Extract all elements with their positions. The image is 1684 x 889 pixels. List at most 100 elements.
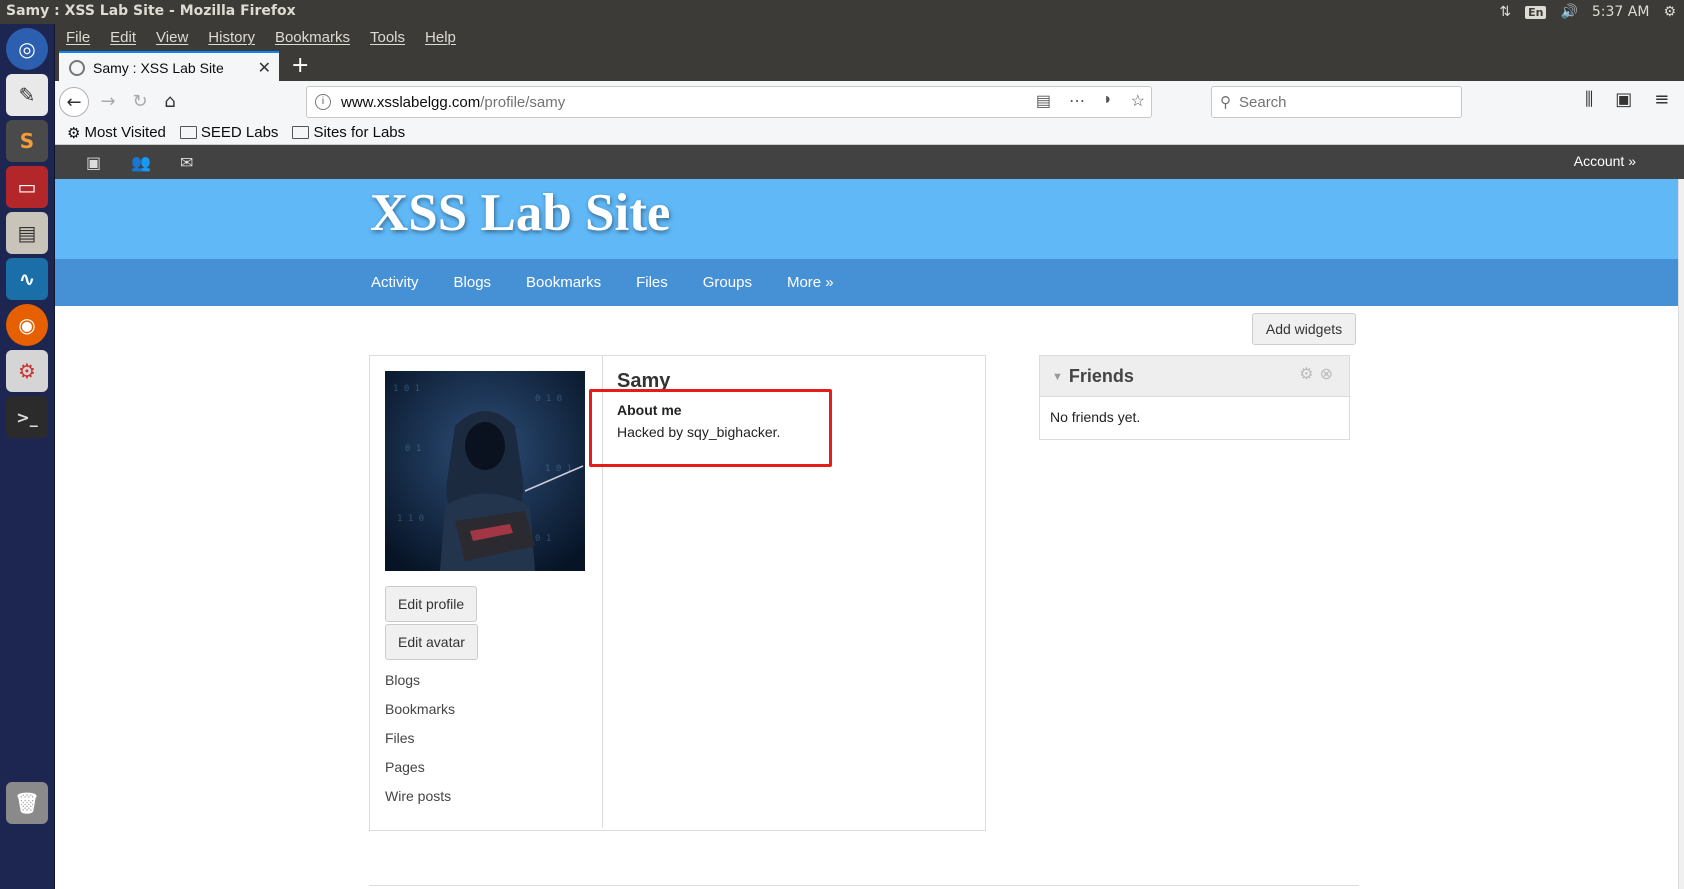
menu-tools[interactable]: Tools <box>370 29 405 46</box>
bookmark-label: SEED Labs <box>200 124 279 141</box>
friends-widget-title: Friends <box>1068 366 1134 386</box>
close-tab-icon[interactable]: ✕ <box>258 58 271 78</box>
text-editor-icon[interactable]: ✎ <box>6 74 48 116</box>
highlight-annotation-box <box>589 389 832 467</box>
footer-divider <box>369 885 1359 886</box>
owner-link-files[interactable]: Files <box>385 730 415 746</box>
folder-icon <box>179 126 197 139</box>
menu-bookmarks[interactable]: Bookmarks <box>275 29 350 46</box>
terminal-red-icon[interactable]: ▭ <box>6 166 48 208</box>
hacker-avatar-image: 1 0 10 1 0 0 11 0 1 1 1 00 1 <box>385 371 585 571</box>
widget-close-icon[interactable]: ⊗ <box>1320 366 1339 383</box>
sidebar-toggle-icon[interactable]: ▣ <box>1615 89 1632 110</box>
reload-icon[interactable]: ↻ <box>127 88 153 114</box>
search-box[interactable]: ⚲ Search <box>1211 86 1462 118</box>
back-arrow-icon[interactable]: ← <box>59 87 89 117</box>
messages-envelope-icon[interactable]: ✉ <box>180 153 193 172</box>
avatar[interactable]: 1 0 10 1 0 0 11 0 1 1 1 00 1 <box>385 371 585 571</box>
file-manager-icon[interactable]: ▤ <box>6 212 48 254</box>
collapse-triangle-icon[interactable]: ▼ <box>1052 371 1063 383</box>
pocket-icon[interactable]: ◗ <box>1103 91 1113 111</box>
menu-files[interactable]: Files <box>636 274 668 291</box>
owner-link-pages[interactable]: Pages <box>385 759 425 775</box>
page-scrollbar[interactable] <box>1678 179 1684 889</box>
owner-link-wire-posts[interactable]: Wire posts <box>385 788 451 804</box>
friends-widget-header: ▼ Friends ⚙⊗ <box>1040 356 1349 397</box>
elgg-logo-icon[interactable]: ▣ <box>86 153 101 172</box>
elgg-topbar: ▣ 👥 ✉ Account » <box>55 145 1684 179</box>
keyboard-layout-indicator[interactable]: En <box>1525 5 1547 19</box>
edit-profile-button[interactable]: Edit profile <box>385 586 478 622</box>
menu-view[interactable]: View <box>156 29 188 46</box>
friends-widget: ▼ Friends ⚙⊗ No friends yet. <box>1039 355 1350 440</box>
svg-text:0 1 0: 0 1 0 <box>535 394 562 404</box>
bookmark-star-icon[interactable]: ☆ <box>1131 91 1145 111</box>
sublime-text-icon[interactable]: S <box>6 120 48 162</box>
network-icon[interactable]: ⇅ <box>1499 4 1511 20</box>
folder-icon <box>292 126 310 139</box>
site-menu: Activity Blogs Bookmarks Files Groups Mo… <box>55 259 1684 306</box>
bookmarks-toolbar: ⚙ Most Visited SEED Labs Sites for Labs <box>55 121 1684 145</box>
svg-text:1 0 1: 1 0 1 <box>393 384 420 394</box>
edit-avatar-button[interactable]: Edit avatar <box>385 624 478 660</box>
site-name[interactable]: XSS Lab Site <box>370 183 670 243</box>
settings-gear-icon[interactable]: ⚙ <box>1663 4 1676 20</box>
widget-settings-gear-icon[interactable]: ⚙ <box>1299 366 1319 383</box>
volume-icon[interactable]: 🔊 <box>1560 4 1577 20</box>
search-icon: ⚲ <box>1220 94 1231 111</box>
tab-title: Samy : XSS Lab Site <box>93 60 224 76</box>
reader-view-icon[interactable]: ▤ <box>1036 91 1051 111</box>
tab-favicon-icon <box>69 60 85 76</box>
library-icon[interactable]: ⫼ <box>1585 89 1593 110</box>
site-header: XSS Lab Site <box>55 179 1684 259</box>
terminal-icon[interactable]: >_ <box>6 396 48 438</box>
system-tray: ⇅ En 🔊 5:37 AM ⚙ <box>1499 0 1684 24</box>
menu-help[interactable]: Help <box>425 29 456 46</box>
unity-launcher: ◎ ✎ S ▭ ▤ ∿ ◉ ⚙ >_ 🗑 <box>0 24 55 889</box>
window-title: Samy : XSS Lab Site - Mozilla Firefox <box>6 3 296 19</box>
browser-tab[interactable]: Samy : XSS Lab Site ✕ <box>59 51 279 83</box>
add-widgets-button[interactable]: Add widgets <box>1252 313 1356 345</box>
page-content: ▣ 👥 ✉ Account » XSS Lab Site Activity Bl… <box>55 145 1684 889</box>
search-placeholder: Search <box>1239 93 1287 111</box>
clock[interactable]: 5:37 AM <box>1592 4 1650 20</box>
forward-arrow-icon[interactable]: → <box>95 88 121 114</box>
menu-edit[interactable]: Edit <box>110 29 136 46</box>
tab-strip: Samy : XSS Lab Site ✕ + <box>55 51 1684 83</box>
bookmark-most-visited[interactable]: ⚙ Most Visited <box>67 124 166 142</box>
site-info-icon[interactable]: i <box>315 94 331 110</box>
owner-link-blogs[interactable]: Blogs <box>385 672 420 688</box>
page-actions-menu-icon[interactable]: ⋯ <box>1069 91 1085 111</box>
friends-icon[interactable]: 👥 <box>131 153 151 172</box>
system-settings-icon[interactable]: ⚙ <box>6 350 48 392</box>
menu-history[interactable]: History <box>208 29 255 46</box>
url-bar[interactable]: i www.xsslabelgg.com/profile/samy ▤ ⋯ ◗ … <box>306 86 1152 118</box>
gear-icon: ⚙ <box>67 124 81 142</box>
account-menu[interactable]: Account » <box>1574 153 1636 169</box>
friends-empty-text: No friends yet. <box>1050 409 1141 425</box>
profile-owner-block: 1 0 10 1 0 0 11 0 1 1 1 00 1 Edit profil… <box>370 356 603 828</box>
wireshark-icon[interactable]: ∿ <box>6 258 48 300</box>
navigation-toolbar: ← → ↻ ⌂ i www.xsslabelgg.com/profile/sam… <box>55 81 1684 121</box>
hamburger-menu-icon[interactable]: ≡ <box>1654 89 1669 110</box>
menu-more[interactable]: More » <box>787 274 834 291</box>
os-top-panel: Samy : XSS Lab Site - Mozilla Firefox ⇅ … <box>0 0 1684 24</box>
menu-bookmarks[interactable]: Bookmarks <box>526 274 601 291</box>
home-icon[interactable]: ⌂ <box>157 88 183 114</box>
bookmark-label: Sites for Labs <box>313 124 406 141</box>
ubuntu-dash-icon[interactable]: ◎ <box>6 28 48 70</box>
bookmark-seed-labs[interactable]: SEED Labs <box>179 124 279 141</box>
svg-text:1 1 0: 1 1 0 <box>397 514 424 524</box>
owner-link-bookmarks[interactable]: Bookmarks <box>385 701 455 717</box>
browser-menubar: File Edit View History Bookmarks Tools H… <box>55 24 1684 51</box>
url-path: /profile/samy <box>480 93 566 111</box>
bookmark-sites-for-labs[interactable]: Sites for Labs <box>292 124 405 141</box>
new-tab-plus-icon[interactable]: + <box>291 53 309 78</box>
menu-file[interactable]: File <box>66 29 90 46</box>
trash-icon[interactable]: 🗑 <box>6 782 48 824</box>
firefox-icon[interactable]: ◉ <box>6 304 48 346</box>
svg-text:0 1: 0 1 <box>405 444 421 454</box>
menu-activity[interactable]: Activity <box>371 274 419 291</box>
menu-groups[interactable]: Groups <box>703 274 752 291</box>
menu-blogs[interactable]: Blogs <box>454 274 492 291</box>
